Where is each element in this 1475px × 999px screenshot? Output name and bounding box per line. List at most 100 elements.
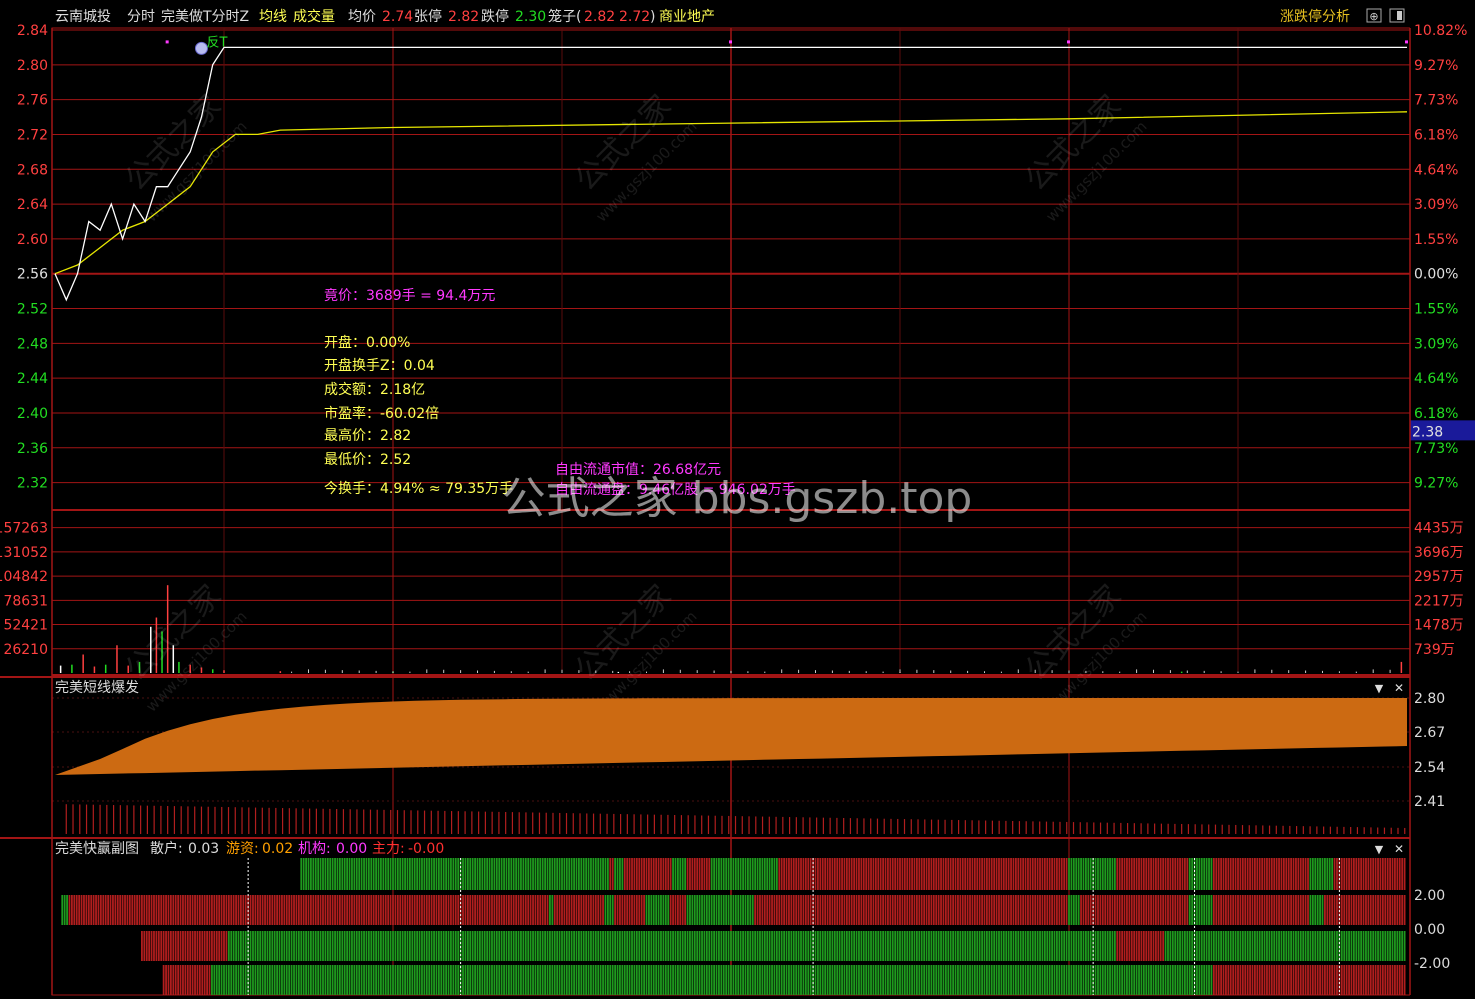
panel2-bar	[343, 931, 346, 961]
panel1-title[interactable]: 完美短线爆发	[55, 680, 139, 696]
panel1-menu-icon[interactable]: ▼	[1375, 682, 1384, 695]
panel2-bar	[1017, 965, 1020, 995]
panel2-bar	[563, 965, 566, 995]
panel2-bar	[437, 858, 440, 890]
panel2-title[interactable]: 完美快赢副图	[55, 840, 139, 857]
panel2-bar	[447, 858, 450, 890]
panel2-bar	[450, 895, 452, 925]
indicator-name[interactable]: 完美做T分时Z	[161, 9, 249, 25]
panel2-bar	[848, 965, 851, 995]
expand-icon[interactable]: ⊕	[1369, 10, 1378, 23]
panel2-bar	[1311, 858, 1314, 890]
panel2-bar	[802, 965, 805, 995]
panel1-close-icon[interactable]: ✕	[1394, 681, 1404, 695]
panel2-bar	[1357, 858, 1360, 890]
panel2-bar	[165, 895, 167, 925]
panel2-bar	[1372, 895, 1375, 925]
panel2-bar	[1234, 931, 1237, 961]
panel2-bar	[657, 931, 660, 961]
panel2-bar	[1000, 895, 1003, 925]
panel2-bar	[358, 931, 361, 961]
panel2-bar	[452, 858, 455, 890]
panel2-bar	[1205, 858, 1208, 890]
panel2-bar	[843, 895, 846, 925]
panel2-bar	[1116, 931, 1119, 961]
panel2-bar	[517, 895, 520, 925]
panel2-bar	[174, 931, 177, 961]
panel2-bar	[1181, 858, 1184, 890]
panel2-bar	[462, 965, 464, 995]
panel2-bar	[237, 965, 240, 995]
panel2-bar	[394, 895, 397, 925]
panel2-bar	[913, 895, 916, 925]
panel2-bar	[1046, 895, 1049, 925]
panel2-bar	[312, 895, 315, 925]
panel2-bar	[1121, 965, 1124, 995]
panel2-bar	[734, 965, 737, 995]
panel2-bar	[476, 895, 479, 925]
panel2-bar	[937, 895, 940, 925]
sector-label[interactable]: 商业地产	[659, 9, 715, 25]
panel2-bar	[561, 931, 563, 961]
panel2-bar	[223, 931, 225, 961]
panel2-bar	[887, 858, 889, 890]
panel2-bar	[524, 895, 527, 925]
panel2-bar	[457, 895, 460, 925]
panel2-close-icon[interactable]: ✕	[1394, 842, 1404, 856]
panel2-bar	[1082, 858, 1085, 890]
panel2-bar	[831, 895, 834, 925]
panel2-bar	[1140, 858, 1143, 890]
panel2-bar	[1217, 931, 1220, 961]
panel2-bar	[288, 895, 291, 925]
panel2-bar	[293, 965, 295, 995]
panel2-bar	[360, 931, 363, 961]
panel2-bar	[899, 895, 901, 925]
panel2-bar	[1389, 895, 1391, 925]
panel2-bar	[1072, 931, 1075, 961]
panel2-bar	[722, 965, 725, 995]
panel2-bar	[1369, 858, 1372, 890]
panel2-bar	[831, 858, 834, 890]
panel2-bar	[778, 858, 781, 890]
panel2-menu-icon[interactable]: ▼	[1375, 843, 1384, 856]
panel2-bar	[676, 965, 679, 995]
panel2-bar	[993, 895, 996, 925]
panel2-bar	[1239, 858, 1242, 890]
panel2-bar	[841, 858, 843, 890]
panel2-bar	[1326, 858, 1329, 890]
panel2-bar	[1331, 895, 1334, 925]
panel2-bar	[674, 965, 677, 995]
panel2-bar	[1121, 895, 1124, 925]
panel2-bar	[889, 931, 892, 961]
panel2-bar	[375, 965, 377, 995]
analysis-button[interactable]: 涨跌停分析	[1280, 8, 1350, 25]
panel2-bar	[302, 858, 305, 890]
intraday-chart[interactable]: 云南城投 分时 完美做T分时Z 均线 成交量 均价 2.74 张停 2.82 跌停 2.30 笼子(2…	[0, 0, 1475, 999]
panel2-bar	[889, 965, 892, 995]
panel2-bar	[1191, 895, 1194, 925]
panel2-bar	[689, 858, 691, 890]
panel2-bar	[981, 931, 983, 961]
panel2-bar	[713, 965, 715, 995]
panel2-bar	[1181, 965, 1184, 995]
panel2-bar	[1036, 895, 1039, 925]
panel2-bar	[855, 931, 858, 961]
panel2-bar	[911, 895, 913, 925]
panel2-bar	[720, 858, 723, 890]
panel2-bar	[1345, 931, 1348, 961]
panel2-bar	[1234, 895, 1237, 925]
panel2-bar	[252, 931, 254, 961]
panel2-bar	[821, 895, 824, 925]
panel2-bar	[1188, 858, 1191, 890]
panel2-bar	[464, 965, 467, 995]
panel2-bar	[901, 931, 904, 961]
panel2-bar	[1212, 895, 1215, 925]
stock-name[interactable]: 云南城投	[55, 9, 111, 25]
institution-label: 机构:	[298, 841, 331, 857]
panel2-bar	[1302, 858, 1305, 890]
mode-label[interactable]: 分时	[127, 9, 155, 25]
panel2-bar	[1138, 965, 1140, 995]
volume-tick-label: 157263	[0, 521, 48, 537]
panel2-bar	[546, 895, 549, 925]
panel2-bar	[300, 895, 303, 925]
